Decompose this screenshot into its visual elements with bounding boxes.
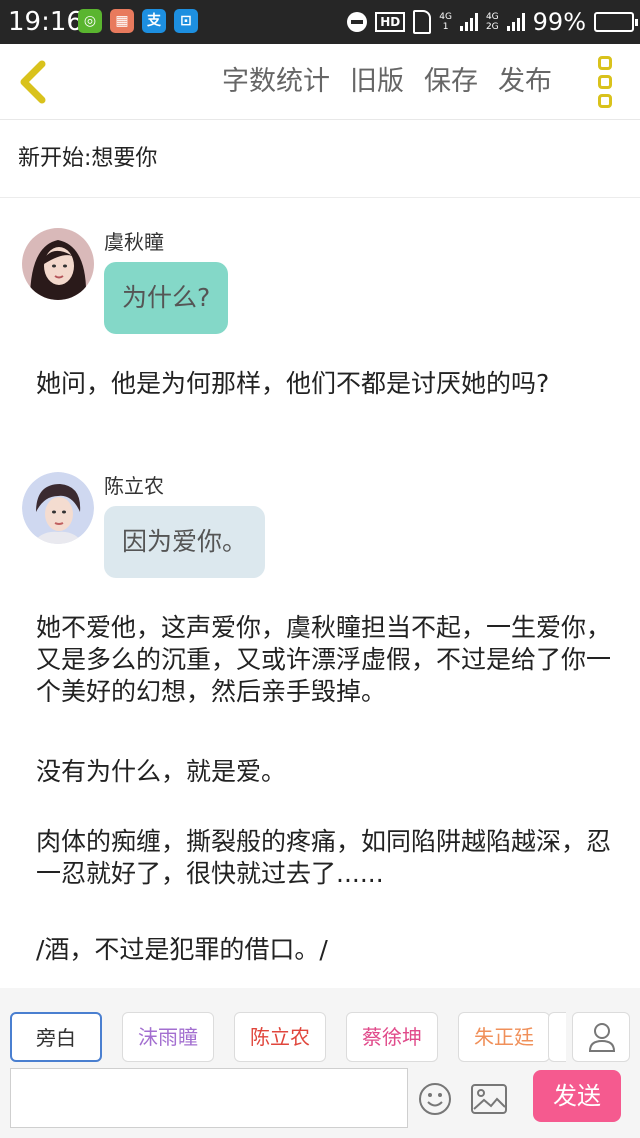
- avatar: [22, 228, 94, 300]
- more-dot-icon: [598, 75, 612, 89]
- smiley-icon: [419, 1083, 451, 1115]
- network-type-1-bottom: 1: [442, 22, 449, 32]
- status-app-icons: ◎ ▦ 支 ⊡: [78, 9, 198, 33]
- speaker-name: 陈立农: [104, 474, 164, 498]
- character-tabs: 旁白 沫雨瞳 陈立农 蔡徐坤 朱正廷: [10, 1012, 566, 1064]
- app-icon: ▦: [110, 9, 134, 33]
- dialog-bubble: 为什么?: [104, 262, 229, 334]
- network-type-2: 4G 2G: [486, 12, 499, 32]
- battery-percent: 99%: [532, 8, 586, 36]
- alipay-icon: 支: [142, 9, 166, 33]
- document-title[interactable]: 新开始:想要你: [0, 120, 640, 198]
- message-input[interactable]: [10, 1068, 408, 1128]
- save-button[interactable]: 保存: [424, 64, 478, 100]
- narration-text[interactable]: 她问，他是为何那样，他们不都是讨厌她的吗?: [36, 368, 616, 400]
- dialog-block[interactable]: 陈立农 因为爱你。: [22, 472, 322, 582]
- composer-bar: 旁白 沫雨瞳 陈立农 蔡徐坤 朱正廷 发送: [0, 988, 640, 1138]
- avatar: [22, 472, 94, 544]
- character-tab[interactable]: 陈立农: [234, 1012, 326, 1062]
- chevron-left-icon: [20, 60, 46, 104]
- character-tab[interactable]: 朱正廷: [458, 1012, 550, 1062]
- status-time: 19:16: [8, 7, 83, 37]
- signal-icon: [459, 13, 478, 31]
- narration-text[interactable]: 肉体的痴缠，撕裂般的疼痛，如同陷阱越陷越深，忍一忍就好了，很快就过去了.....…: [36, 826, 616, 890]
- word-count-button[interactable]: 字数统计: [222, 64, 330, 100]
- character-tab-partial[interactable]: [548, 1012, 566, 1062]
- character-tab[interactable]: 沫雨瞳: [122, 1012, 214, 1062]
- network-type-1-top: 4G: [439, 12, 452, 22]
- hd-icon: HD: [375, 12, 406, 32]
- network-type-2-bottom: 2G: [485, 22, 499, 32]
- do-not-disturb-icon: [347, 12, 368, 32]
- scan-icon: ⊡: [174, 9, 198, 33]
- toolbar-actions: 字数统计 旧版 保存 发布: [222, 64, 552, 100]
- narration-text[interactable]: 没有为什么，就是爱。: [36, 756, 616, 788]
- status-bar: 19:16 ◎ ▦ 支 ⊡ HD 4G 1 4G 2G 99%: [0, 0, 640, 44]
- editor-toolbar: 字数统计 旧版 保存 发布: [0, 44, 640, 120]
- sim-icon: [413, 10, 432, 34]
- battery-icon: [594, 12, 638, 32]
- old-version-button[interactable]: 旧版: [350, 64, 404, 100]
- narration-text[interactable]: 她不爱他，这声爱你，虞秋瞳担当不起，一生爱你，又是多么的沉重，又或许漂浮虚假，不…: [36, 612, 616, 708]
- emoji-button[interactable]: [418, 1082, 452, 1116]
- character-tab[interactable]: 蔡徐坤: [346, 1012, 438, 1062]
- add-character-button[interactable]: [572, 1012, 630, 1062]
- character-tab-narrator[interactable]: 旁白: [10, 1012, 102, 1062]
- publish-button[interactable]: 发布: [498, 64, 552, 100]
- user-icon: [588, 1023, 616, 1052]
- image-icon: [471, 1084, 507, 1114]
- speaker-name: 虞秋瞳: [104, 230, 164, 254]
- more-dot-icon: [598, 94, 612, 108]
- wechat-pay-icon: ◎: [78, 9, 102, 33]
- network-type-1: 4G 1: [439, 12, 452, 32]
- signal-icon-2: [506, 13, 525, 31]
- dialog-bubble: 因为爱你。: [104, 506, 266, 578]
- narration-text[interactable]: /酒，不过是犯罪的借口。/: [36, 934, 616, 966]
- more-menu-button[interactable]: [594, 56, 616, 108]
- send-button[interactable]: 发送: [533, 1070, 621, 1122]
- more-dot-icon: [598, 56, 612, 70]
- network-type-2-top: 4G: [485, 12, 499, 22]
- dialog-block[interactable]: 虞秋瞳 为什么?: [22, 228, 322, 338]
- back-button[interactable]: [14, 58, 54, 106]
- image-button[interactable]: [470, 1082, 508, 1116]
- status-indicators: HD 4G 1 4G 2G 99%: [347, 6, 638, 38]
